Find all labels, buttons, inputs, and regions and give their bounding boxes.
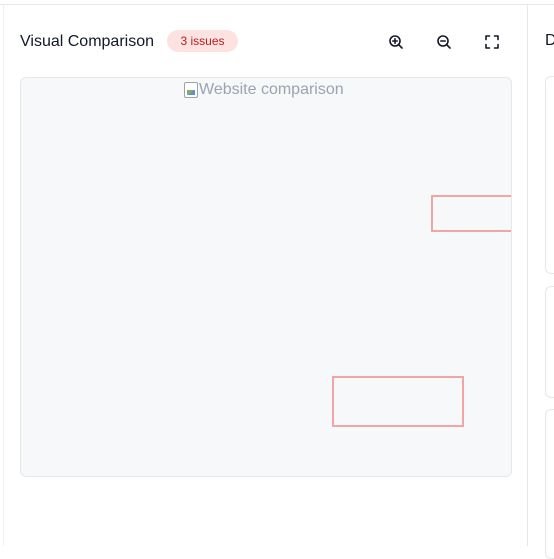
broken-image-icon [184, 82, 198, 98]
comparison-image: Website comparison [184, 80, 344, 100]
zoom-in-icon [388, 34, 404, 50]
panel-divider [527, 5, 528, 546]
issue-highlight-box[interactable] [431, 195, 511, 232]
detail-card[interactable] [545, 409, 554, 559]
zoom-out-icon [436, 34, 452, 50]
fullscreen-icon [484, 34, 500, 50]
detail-card[interactable] [545, 76, 554, 274]
issues-count-badge: 3 issues [167, 30, 238, 52]
fullscreen-button[interactable] [480, 30, 504, 54]
comparison-canvas[interactable]: Website comparison [20, 77, 512, 477]
details-panel-title: D [545, 32, 554, 49]
issue-highlight-box[interactable] [332, 376, 464, 427]
image-alt-text: Website comparison [199, 81, 344, 98]
visual-comparison-panel: Visual Comparison 3 issues Website compa… [4, 5, 528, 546]
panel-title: Visual Comparison [20, 33, 154, 50]
zoom-out-button[interactable] [432, 30, 456, 54]
detail-card[interactable] [545, 286, 554, 398]
zoom-in-button[interactable] [384, 30, 408, 54]
